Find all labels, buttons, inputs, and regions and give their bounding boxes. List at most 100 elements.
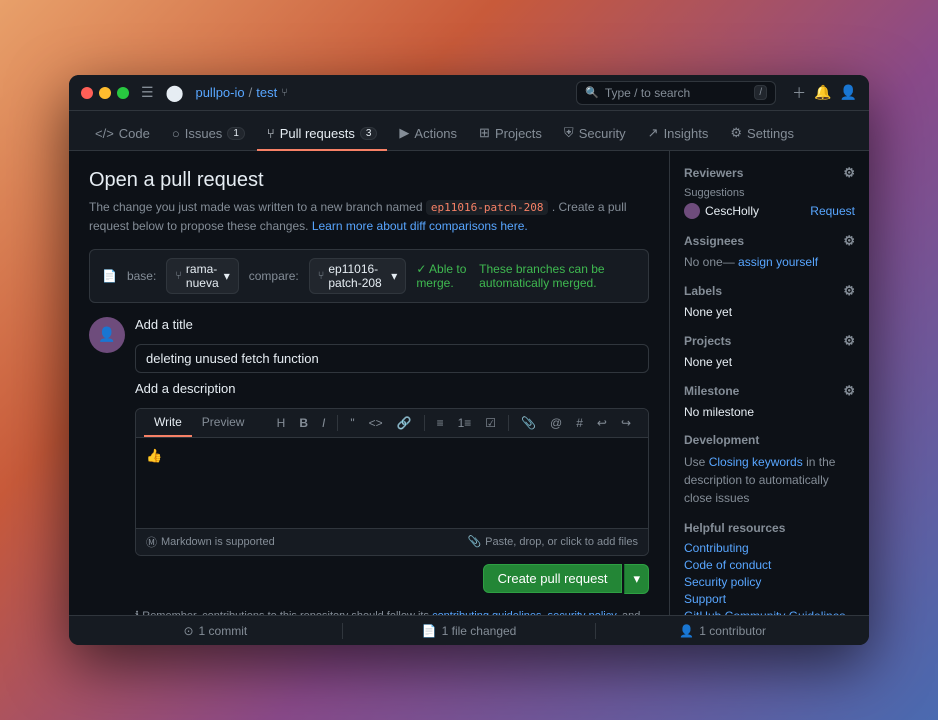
mention-btn[interactable]: @ bbox=[545, 413, 567, 433]
attach-text: Paste, drop, or click to add files bbox=[485, 536, 638, 548]
italic-btn[interactable]: I bbox=[317, 413, 330, 433]
redo-btn[interactable]: ↪ bbox=[616, 413, 636, 433]
commits-count: 1 commit bbox=[199, 624, 248, 638]
toolbar-divider-1 bbox=[337, 415, 338, 431]
base-label: base: bbox=[127, 269, 156, 283]
toolbar-divider-3 bbox=[508, 415, 509, 431]
tab-preview[interactable]: Preview bbox=[192, 409, 255, 437]
milestone-section: Milestone ⚙ No milestone bbox=[684, 383, 855, 419]
quote-btn[interactable]: " bbox=[345, 413, 359, 433]
link-btn[interactable]: 🔗 bbox=[392, 413, 417, 433]
minimize-button[interactable] bbox=[99, 87, 111, 99]
search-icon: 🔍 bbox=[585, 86, 599, 99]
create-pr-dropdown-button[interactable]: ▾ bbox=[624, 564, 649, 594]
github-logo: ⬤ bbox=[166, 83, 184, 103]
settings-icon: ⚙ bbox=[730, 125, 742, 141]
code-btn[interactable]: <> bbox=[364, 413, 388, 433]
breadcrumb: pullpo-io / test ⑂ bbox=[195, 85, 287, 100]
info-bar: ℹ Remember, contributions to this reposi… bbox=[135, 602, 649, 616]
search-bar[interactable]: 🔍 Type / to search / bbox=[576, 81, 776, 105]
heading-btn[interactable]: H bbox=[272, 413, 291, 433]
code-icon: </> bbox=[95, 126, 114, 141]
pr-form: 👤 Add a title Add a description Write Pr… bbox=[89, 317, 649, 616]
request-link[interactable]: Request bbox=[810, 204, 855, 218]
bold-btn[interactable]: B bbox=[294, 413, 313, 433]
tab-write[interactable]: Write bbox=[144, 409, 192, 437]
merge-check-icon: ✓ Able to merge. bbox=[416, 262, 474, 290]
nav-item-actions[interactable]: ▶ Actions bbox=[389, 117, 467, 151]
assignees-gear-icon[interactable]: ⚙ bbox=[843, 233, 855, 249]
code-of-conduct-helpful-link[interactable]: Code of conduct bbox=[684, 558, 855, 572]
paperclip-icon: 📎 bbox=[467, 535, 481, 548]
nav-item-projects[interactable]: ⊞ Projects bbox=[469, 117, 552, 151]
editor-body[interactable]: 👍 bbox=[136, 438, 648, 528]
milestone-gear-icon[interactable]: ⚙ bbox=[843, 383, 855, 399]
compare-branch-selector[interactable]: ⑂ ep11016-patch-208 ▾ bbox=[309, 258, 407, 294]
helpful-section: Helpful resources Contributing Code of c… bbox=[684, 521, 855, 615]
closing-keywords-link[interactable]: Closing keywords bbox=[709, 455, 803, 469]
merge-desc: These branches can be automatically merg… bbox=[479, 262, 636, 290]
labels-gear-icon[interactable]: ⚙ bbox=[843, 283, 855, 299]
nav-item-pull-requests[interactable]: ⑂ Pull requests 3 bbox=[257, 118, 388, 151]
close-button[interactable] bbox=[81, 87, 93, 99]
projects-section: Projects ⚙ None yet bbox=[684, 333, 855, 369]
reference-btn[interactable]: # bbox=[571, 413, 588, 433]
hamburger-icon[interactable]: ☰ bbox=[141, 84, 154, 101]
branch-icon-base: ⑂ bbox=[175, 270, 182, 282]
nav-item-code[interactable]: </> Code bbox=[85, 118, 160, 151]
github-window: ☰ ⬤ pullpo-io / test ⑂ 🔍 Type / to searc… bbox=[69, 75, 869, 645]
contributing-helpful-link[interactable]: Contributing bbox=[684, 541, 855, 555]
reviewers-gear-icon[interactable]: ⚙ bbox=[843, 165, 855, 181]
task-list-btn[interactable]: ☑ bbox=[480, 413, 501, 433]
commit-icon: ⊙ bbox=[183, 624, 193, 638]
support-helpful-link[interactable]: Support bbox=[684, 592, 855, 606]
diff-link[interactable]: Learn more about diff comparisons here. bbox=[312, 219, 528, 233]
security-policy-helpful-link[interactable]: Security policy bbox=[684, 575, 855, 589]
avatar-icon[interactable]: 👤 bbox=[840, 84, 857, 101]
subtitle-before: The change you just made was written to … bbox=[89, 200, 423, 214]
labels-header: Labels ⚙ bbox=[684, 283, 855, 299]
projects-value: None yet bbox=[684, 355, 732, 369]
attach-btn[interactable]: 📎 bbox=[516, 413, 541, 433]
milestone-header: Milestone ⚙ bbox=[684, 383, 855, 399]
projects-gear-icon[interactable]: ⚙ bbox=[843, 333, 855, 349]
compare-bar: 📄 base: ⑂ rama-nueva ▾ compare: ⑂ ep1101… bbox=[89, 249, 649, 303]
title-section: 👤 Add a title Add a description Write Pr… bbox=[89, 317, 649, 616]
undo-btn[interactable]: ↩ bbox=[592, 413, 612, 433]
user-avatar: 👤 bbox=[89, 317, 125, 353]
notification-icon[interactable]: 🔔 bbox=[814, 84, 831, 101]
nav-item-security[interactable]: ⛨ Security bbox=[554, 117, 636, 151]
breadcrumb-repo[interactable]: test bbox=[256, 85, 277, 100]
suggestions-label: Suggestions bbox=[684, 187, 855, 199]
create-pr-button[interactable]: Create pull request bbox=[483, 564, 623, 593]
projects-label: Projects bbox=[684, 334, 731, 348]
nav-item-settings[interactable]: ⚙ Settings bbox=[720, 117, 804, 151]
navigation: </> Code ○ Issues 1 ⑂ Pull requests 3 ▶ … bbox=[69, 111, 869, 151]
assign-yourself-link[interactable]: assign yourself bbox=[738, 255, 818, 269]
list-unordered-btn[interactable]: ≡ bbox=[432, 413, 449, 433]
markdown-icon: Ⓜ bbox=[146, 534, 157, 550]
title-input[interactable] bbox=[135, 344, 649, 373]
base-branch-selector[interactable]: ⑂ rama-nueva ▾ bbox=[166, 258, 238, 294]
suggestion-item: CescHolly Request bbox=[684, 203, 855, 219]
files-status: 📄 1 file changed bbox=[343, 624, 596, 638]
breadcrumb-user[interactable]: pullpo-io bbox=[195, 85, 244, 100]
development-section: Development Use Closing keywords in the … bbox=[684, 433, 855, 507]
submit-area: Create pull request ▾ bbox=[135, 564, 649, 594]
sidebar: Reviewers ⚙ Suggestions CescHolly Reques… bbox=[669, 151, 869, 615]
suggestion-username: CescHolly bbox=[705, 204, 759, 218]
attach-info[interactable]: 📎 Paste, drop, or click to add files bbox=[467, 535, 638, 548]
window-controls bbox=[81, 87, 129, 99]
files-changed-count: 1 file changed bbox=[442, 624, 517, 638]
editor-wrapper: Write Preview H B I " <> 🔗 bbox=[135, 408, 649, 556]
nav-item-issues[interactable]: ○ Issues 1 bbox=[162, 118, 255, 151]
pr-icon: ⑂ bbox=[267, 126, 275, 141]
maximize-button[interactable] bbox=[117, 87, 129, 99]
nav-item-insights[interactable]: ↗ Insights bbox=[638, 117, 719, 151]
list-ordered-btn[interactable]: 1≡ bbox=[453, 413, 477, 433]
compare-branch-name: ep11016-patch-208 bbox=[328, 262, 387, 290]
reviewers-label: Reviewers bbox=[684, 166, 743, 180]
helpful-header: Helpful resources bbox=[684, 521, 855, 535]
plus-icon[interactable]: ＋ bbox=[792, 83, 806, 103]
suggestion-avatar bbox=[684, 203, 700, 219]
